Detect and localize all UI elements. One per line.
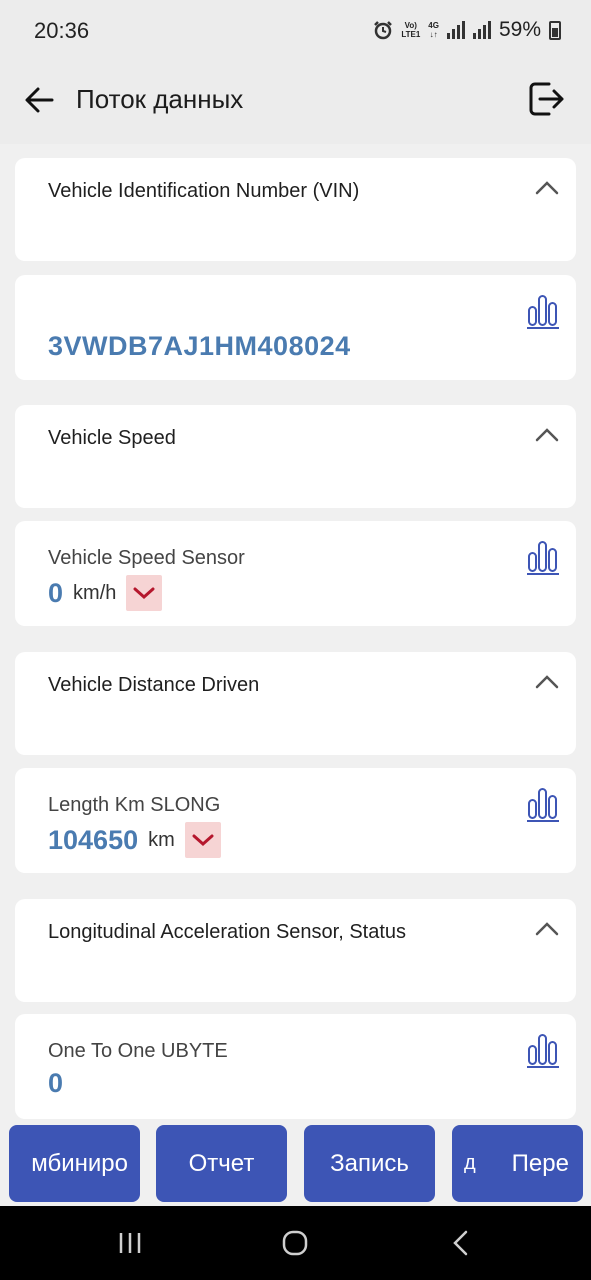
- value-row: 0 km/h: [48, 575, 163, 611]
- system-nav-bar: [0, 1206, 591, 1280]
- item-unit: km/h: [73, 581, 117, 604]
- network-type: 4G ↓↑: [428, 21, 439, 39]
- next-button[interactable]: д Пере: [452, 1125, 583, 1202]
- network-type-label: 4G: [428, 21, 439, 30]
- home-icon[interactable]: [282, 1230, 308, 1256]
- volte-label: Vo): [404, 21, 417, 30]
- data-stream-list[interactable]: Vehicle Identification Number (VIN) 3VWD…: [0, 144, 591, 1120]
- section-card-longitudinal-accel[interactable]: Longitudinal Acceleration Sensor, Status: [15, 899, 576, 1002]
- back-button[interactable]: [20, 80, 60, 120]
- bar-chart-icon[interactable]: [526, 1032, 560, 1068]
- recents-icon[interactable]: [118, 1232, 142, 1254]
- exit-button[interactable]: [525, 78, 567, 120]
- item-value: 0: [48, 577, 64, 608]
- vin-value: 3VWDB7AJ1HM408024: [48, 331, 351, 361]
- item-value: 104650: [48, 824, 139, 855]
- item-label: One To One UBYTE: [48, 1040, 228, 1062]
- signal-icon-2: [472, 21, 491, 39]
- next-sub-label: д: [464, 1152, 476, 1174]
- item-card-speed-sensor: Vehicle Speed Sensor 0 km/h: [15, 521, 576, 626]
- section-title: Vehicle Distance Driven: [48, 674, 260, 696]
- logout-icon: [529, 82, 564, 116]
- item-label: Vehicle Speed Sensor: [48, 547, 245, 569]
- item-unit: km: [148, 828, 175, 851]
- record-button[interactable]: Запись: [304, 1125, 435, 1202]
- chevron-up-icon[interactable]: [534, 178, 560, 196]
- signal-icon-1: [446, 21, 465, 39]
- section-card-distance[interactable]: Vehicle Distance Driven: [15, 652, 576, 755]
- nav-back-icon[interactable]: [452, 1230, 470, 1256]
- item-label: Length Km SLONG: [48, 794, 221, 816]
- combine-label: мбиниро: [31, 1149, 128, 1177]
- app-bar: Поток данных: [0, 64, 591, 144]
- next-label: Пере: [511, 1149, 569, 1177]
- battery-icon: [549, 20, 561, 40]
- arrow-left-icon: [25, 87, 54, 113]
- report-label: Отчет: [188, 1149, 255, 1177]
- value-row: 104650 km: [48, 822, 221, 858]
- section-title: Longitudinal Acceleration Sensor, Status: [48, 921, 407, 943]
- chevron-up-icon[interactable]: [534, 425, 560, 443]
- lte-label: LTE1: [401, 30, 421, 39]
- item-card-length-km: Length Km SLONG 104650 km: [15, 768, 576, 873]
- dropdown-button[interactable]: [126, 575, 163, 611]
- record-label: Запись: [330, 1149, 409, 1177]
- chevron-up-icon[interactable]: [534, 672, 560, 690]
- chevron-down-icon: [192, 834, 214, 847]
- item-value: 0: [48, 1068, 64, 1098]
- chevron-down-icon: [133, 587, 155, 600]
- value-row: 0: [48, 1068, 63, 1099]
- page-title: Поток данных: [76, 84, 244, 114]
- section-title: Vehicle Identification Number (VIN): [48, 180, 360, 202]
- section-title: Vehicle Speed: [48, 427, 176, 449]
- status-time: 20:36: [34, 18, 90, 43]
- action-bar: мбиниро Отчет Запись д Пере: [0, 1120, 591, 1206]
- data-arrows-icon: ↓↑: [429, 30, 438, 39]
- item-card-vin: 3VWDB7AJ1HM408024: [15, 275, 576, 380]
- bar-chart-icon[interactable]: [526, 539, 560, 575]
- battery-percent: 59%: [498, 18, 541, 41]
- combine-button[interactable]: мбиниро: [9, 1125, 140, 1202]
- chevron-up-icon[interactable]: [534, 919, 560, 937]
- status-icons: Vo) LTE1 4G ↓↑ 59%: [373, 18, 561, 42]
- alarm-icon: [374, 21, 393, 40]
- section-card-vehicle-speed[interactable]: Vehicle Speed: [15, 405, 576, 508]
- section-card-vin[interactable]: Vehicle Identification Number (VIN): [15, 158, 576, 261]
- item-card-one-to-one: One To One UBYTE 0: [15, 1014, 576, 1119]
- report-button[interactable]: Отчет: [156, 1125, 287, 1202]
- bar-chart-icon[interactable]: [526, 786, 560, 822]
- status-bar: 20:36 Vo) LTE1 4G ↓↑ 59%: [0, 0, 591, 64]
- volte-indicator: Vo) LTE1: [401, 21, 420, 39]
- dropdown-button[interactable]: [184, 822, 221, 858]
- bar-chart-icon[interactable]: [526, 293, 560, 329]
